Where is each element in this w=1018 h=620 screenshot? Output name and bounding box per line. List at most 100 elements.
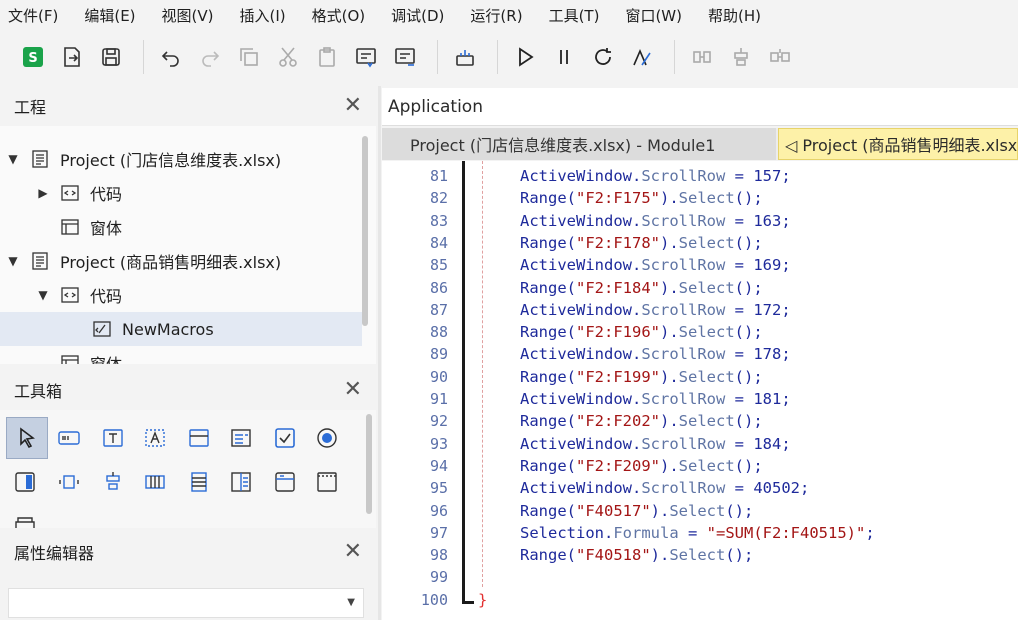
menu-item[interactable]: 插入(I) [236, 5, 296, 26]
code-line: 94 Range("F2:F209").Select(); [382, 455, 1018, 477]
code-property: ScrollRow [641, 390, 726, 408]
toolbox-scrollbar[interactable] [366, 414, 372, 514]
code-object: Range( [520, 189, 576, 208]
tab-newmacros[interactable]: ◁ Project (商品销售明细表.xlsx) [778, 128, 1018, 160]
export-icon[interactable] [55, 40, 89, 74]
refedit-tool-icon[interactable] [8, 507, 42, 528]
code-rest: = 181; [725, 390, 791, 408]
button-tool-icon[interactable] [52, 421, 86, 455]
close-icon[interactable]: ✕ [344, 379, 362, 401]
menu-item[interactable]: 视图(V) [158, 5, 224, 26]
menu-item[interactable]: 窗口(W) [621, 5, 692, 26]
code-dot: . [631, 256, 642, 275]
menu-item[interactable]: 工具(T) [545, 5, 610, 26]
tab-module1[interactable]: Project (门店信息维度表.xlsx) - Module1 [382, 128, 776, 160]
tree-item-project-2[interactable]: ▼ Project (商品销售明细表.xlsx) [0, 244, 362, 278]
copy-icon[interactable] [232, 40, 266, 74]
listbox-tool-icon[interactable] [224, 421, 258, 455]
toolbox [0, 410, 376, 528]
menu-bar: 文件(F) 编辑(E) 视图(V) 插入(I) 格式(O) 调试(D) 运行(R) 工具(T)… [0, 0, 1018, 30]
menu-item[interactable]: 调试(D) [387, 5, 454, 26]
chevron-down-icon[interactable]: ▼ [347, 597, 355, 608]
tree-item-form-1[interactable]: 窗体 [0, 210, 362, 244]
code-dot: . [604, 523, 614, 542]
code-property: ScrollRow [641, 167, 726, 185]
code-object: ActiveWindow [520, 211, 632, 230]
object-combo[interactable]: Application [382, 88, 1018, 126]
macro-edit-icon[interactable] [388, 40, 422, 74]
checkbox-tool-icon[interactable] [268, 421, 302, 455]
project-tree: ▼ Project (门店信息维度表.xlsx) ▶ 代码 窗体 ▼ Proje… [0, 126, 376, 364]
collapse-icon[interactable]: ▶ [36, 186, 50, 200]
code-text: Range("F2:F196").Select(); [520, 323, 763, 341]
spin-tool-icon[interactable] [52, 465, 86, 499]
wps-logo-icon[interactable]: S [16, 40, 50, 74]
tree-scrollbar[interactable] [362, 136, 368, 326]
step-out-icon[interactable] [763, 40, 797, 74]
code-string: "F2:F196" [576, 323, 660, 342]
code-string: "F2:F184" [576, 278, 660, 297]
code-object: Selection [520, 523, 604, 542]
image-tool-icon[interactable] [310, 465, 344, 499]
expand-icon[interactable]: ▼ [6, 254, 20, 268]
textbox-tool-icon[interactable] [96, 421, 130, 455]
hscroll-tool-icon[interactable] [138, 465, 172, 499]
multipage-tool-icon[interactable] [224, 465, 258, 499]
radio-tool-icon[interactable] [310, 421, 344, 455]
tree-item-newmacros[interactable]: NewMacros [0, 312, 362, 346]
toolbox-icon[interactable] [448, 40, 482, 74]
step-over-icon[interactable] [724, 40, 758, 74]
code-rest: = 172; [725, 300, 791, 319]
code-dot: . [631, 479, 642, 498]
code-rest: (); [734, 233, 763, 252]
object-selector-dropdown[interactable]: ▼ [8, 588, 364, 618]
pointer-tool-icon[interactable] [6, 417, 48, 459]
tree-item-form-2[interactable]: 窗体 [0, 346, 362, 364]
design-mode-icon[interactable] [625, 40, 659, 74]
vscroll-tool-icon[interactable] [182, 465, 216, 499]
code-method: Select [678, 323, 735, 342]
label-tool-icon[interactable] [138, 421, 172, 455]
expand-icon[interactable]: ▼ [36, 288, 50, 302]
scroll-tool-icon[interactable] [96, 465, 130, 499]
frame-tool-icon[interactable] [182, 421, 216, 455]
toggle-tool-icon[interactable] [8, 465, 42, 499]
line-number: 95 [429, 479, 448, 498]
code-string: "F40517" [576, 501, 651, 520]
redo-icon[interactable] [193, 40, 227, 74]
expand-icon[interactable]: ▼ [6, 152, 20, 166]
tree-item-project-1[interactable]: ▼ Project (门店信息维度表.xlsx) [0, 142, 362, 176]
tree-item-code-1[interactable]: ▶ 代码 [0, 176, 362, 210]
code-line: 87 ActiveWindow.ScrollRow = 172; [382, 299, 1018, 321]
code-text: ActiveWindow.ScrollRow = 172; [520, 301, 791, 319]
menu-item[interactable]: 运行(R) [466, 5, 532, 26]
cut-icon[interactable] [271, 40, 305, 74]
panel-splitter[interactable] [378, 86, 381, 620]
paste-icon[interactable] [310, 40, 344, 74]
line-number: 89 [429, 345, 448, 364]
menu-item[interactable]: 格式(O) [308, 5, 376, 26]
tree-item-code-2[interactable]: ▼ 代码 [0, 278, 362, 312]
save-icon[interactable] [94, 40, 128, 74]
menu-item[interactable]: 编辑(E) [80, 5, 145, 26]
code-string: "F2:F209" [576, 456, 660, 475]
run-icon[interactable] [508, 40, 542, 74]
line-number: 88 [429, 323, 448, 342]
pause-icon[interactable] [547, 40, 581, 74]
reset-icon[interactable] [586, 40, 620, 74]
toolbar-separator [497, 40, 498, 74]
tabstrip-tool-icon[interactable] [268, 465, 302, 499]
menu-item[interactable]: 文件(F) [4, 5, 68, 26]
tree-item-label: Project (门店信息维度表.xlsx) [60, 151, 282, 170]
code-editor[interactable]: 81 ActiveWindow.ScrollRow = 157; 82 Range("… [382, 161, 1018, 620]
undo-icon[interactable] [154, 40, 188, 74]
code-text: ActiveWindow.ScrollRow = 163; [520, 212, 791, 230]
close-icon[interactable]: ✕ [344, 95, 362, 117]
code-object: ActiveWindow [520, 256, 632, 275]
step-into-icon[interactable] [685, 40, 719, 74]
menu-item[interactable]: 帮助(H) [704, 5, 771, 26]
code-rest: ). [660, 412, 679, 431]
close-icon[interactable]: ✕ [344, 541, 362, 563]
code-text: ActiveWindow.ScrollRow = 184; [520, 435, 791, 453]
macro-list-icon[interactable] [349, 40, 383, 74]
